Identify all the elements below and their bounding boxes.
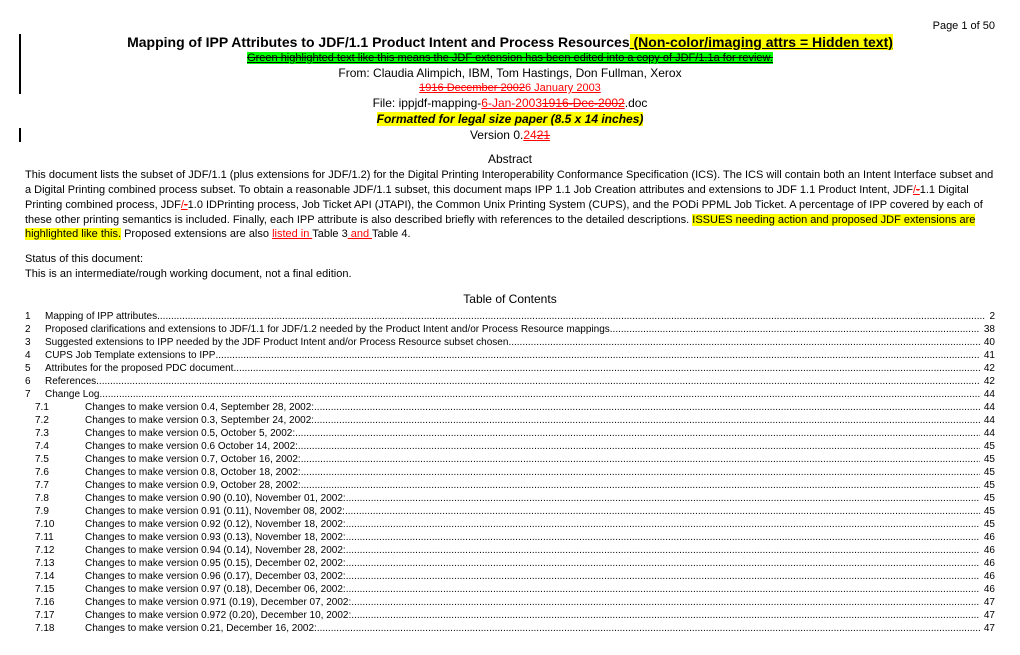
toc-sub-entry: 7.8Changes to make version 0.90 (0.10), … — [25, 492, 995, 505]
toc-sub: 7.1Changes to make version 0.4, Septembe… — [25, 401, 995, 635]
toc-sub-entry: 7.6Changes to make version 0.8, October … — [25, 466, 995, 479]
date-line: 1916 December 20026 January 2003 — [25, 82, 995, 94]
toc-sub-entry: 7.16Changes to make version 0.971 (0.19)… — [25, 596, 995, 609]
from-line: From: Claudia Alimpich, IBM, Tom Hasting… — [25, 66, 995, 80]
toc-entry: 3Suggested extensions to IPP needed by t… — [25, 336, 995, 349]
toc-sub-entry: 7.7Changes to make version 0.9, October … — [25, 479, 995, 492]
toc-sub-entry: 7.18Changes to make version 0.21, Decemb… — [25, 622, 995, 635]
toc-entry: 5Attributes for the proposed PDC documen… — [25, 362, 995, 375]
toc-sub-entry: 7.15Changes to make version 0.97 (0.18),… — [25, 583, 995, 596]
document-title: Mapping of IPP Attributes to JDF/1.1 Pro… — [25, 34, 995, 50]
toc-sub-entry: 7.4Changes to make version 0.6 October 1… — [25, 440, 995, 453]
toc-sub-entry: 7.17Changes to make version 0.972 (0.20)… — [25, 609, 995, 622]
toc-sub-entry: 7.10Changes to make version 0.92 (0.12),… — [25, 518, 995, 531]
format-line: Formatted for legal size paper (8.5 x 14… — [25, 112, 995, 126]
toc-sub-entry: 7.9Changes to make version 0.91 (0.11), … — [25, 505, 995, 518]
file-line: File: ippjdf-mapping-6-Jan-20031916-Dec-… — [25, 96, 995, 110]
version-line: Version 0.2421 — [25, 128, 995, 142]
title-subtitle: (Non-color/imaging attrs = Hidden text) — [630, 34, 893, 50]
toc-sub-entry: 7.1Changes to make version 0.4, Septembe… — [25, 401, 995, 414]
page-number: Page 1 of 50 — [25, 20, 995, 32]
abstract-title: Abstract — [25, 152, 995, 166]
toc-sub-entry: 7.14Changes to make version 0.96 (0.17),… — [25, 570, 995, 583]
toc-title: Table of Contents — [25, 292, 995, 306]
toc-sub-entry: 7.11Changes to make version 0.93 (0.13),… — [25, 531, 995, 544]
toc-sub-entry: 7.2Changes to make version 0.3, Septembe… — [25, 414, 995, 427]
abstract-text: This document lists the subset of JDF/1.… — [25, 168, 995, 242]
toc-sub-entry: 7.5Changes to make version 0.7, October … — [25, 453, 995, 466]
toc-entry: 7Change Log 44 — [25, 388, 995, 401]
toc-sub-entry: 7.13Changes to make version 0.95 (0.15),… — [25, 557, 995, 570]
green-highlight-note: Green highlighted text like this means t… — [247, 52, 773, 64]
status-section: Status of this document: This is an inte… — [25, 252, 995, 282]
toc-entry: 4CUPS Job Template extensions to IPP 41 — [25, 349, 995, 362]
toc-sub-entry: 7.3Changes to make version 0.5, October … — [25, 427, 995, 440]
toc-entry: 6References 42 — [25, 375, 995, 388]
toc-entry: 1Mapping of IPP attributes 2 — [25, 310, 995, 323]
toc-entry: 2Proposed clarifications and extensions … — [25, 323, 995, 336]
toc-sub-entry: 7.12Changes to make version 0.94 (0.14),… — [25, 544, 995, 557]
toc-main: 1Mapping of IPP attributes 22Proposed cl… — [25, 310, 995, 401]
